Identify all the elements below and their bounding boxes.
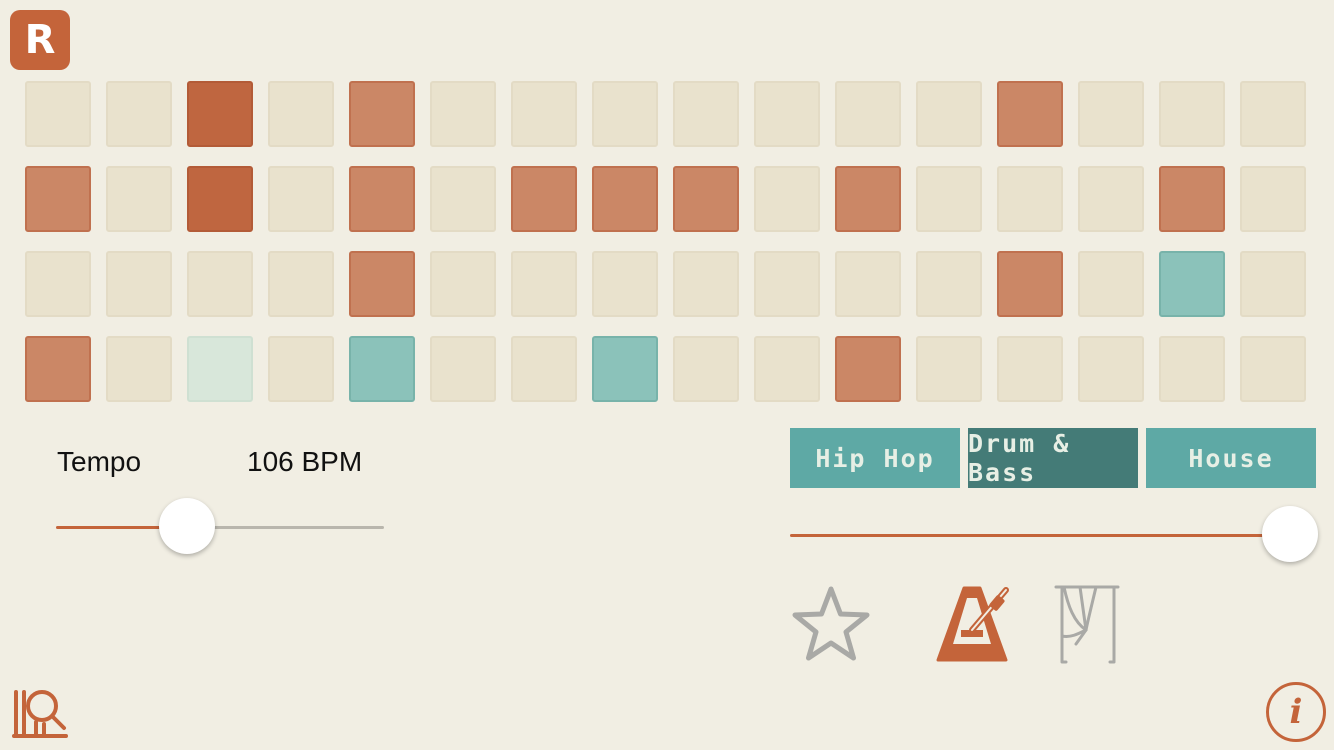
tempo-slider-track bbox=[187, 526, 384, 529]
step-pad-r3-c5[interactable] bbox=[349, 251, 415, 317]
step-pad-r4-c2[interactable] bbox=[106, 336, 172, 402]
info-button[interactable]: i bbox=[1266, 682, 1326, 742]
step-pad-r3-c15[interactable] bbox=[1159, 251, 1225, 317]
step-pad-r4-c3[interactable] bbox=[187, 336, 253, 402]
step-pad-r2-c5[interactable] bbox=[349, 166, 415, 232]
step-pad-r1-c13[interactable] bbox=[997, 81, 1063, 147]
step-pad-r2-c13[interactable] bbox=[997, 166, 1063, 232]
step-pad-r1-c12[interactable] bbox=[916, 81, 982, 147]
step-pad-r3-c10[interactable] bbox=[754, 251, 820, 317]
step-pad-r1-c1[interactable] bbox=[25, 81, 91, 147]
step-pad-r4-c6[interactable] bbox=[430, 336, 496, 402]
step-pad-r1-c7[interactable] bbox=[511, 81, 577, 147]
tempo-slider-thumb[interactable] bbox=[159, 498, 216, 554]
step-pad-r2-c8[interactable] bbox=[592, 166, 658, 232]
step-pad-r2-c6[interactable] bbox=[430, 166, 496, 232]
star-icon[interactable] bbox=[790, 584, 872, 664]
step-pad-r3-c13[interactable] bbox=[997, 251, 1063, 317]
step-pad-r2-c14[interactable] bbox=[1078, 166, 1144, 232]
step-pad-r3-c1[interactable] bbox=[25, 251, 91, 317]
step-pad-r4-c16[interactable] bbox=[1240, 336, 1306, 402]
curtain-icon[interactable] bbox=[1052, 584, 1124, 664]
step-pad-r4-c5[interactable] bbox=[349, 336, 415, 402]
step-pad-r1-c10[interactable] bbox=[754, 81, 820, 147]
step-pad-r1-c3[interactable] bbox=[187, 81, 253, 147]
step-pad-r3-c16[interactable] bbox=[1240, 251, 1306, 317]
step-pad-r3-c12[interactable] bbox=[916, 251, 982, 317]
step-pad-r4-c14[interactable] bbox=[1078, 336, 1144, 402]
step-pad-r3-c9[interactable] bbox=[673, 251, 739, 317]
step-pad-r3-c11[interactable] bbox=[835, 251, 901, 317]
genre-morph-slider-fill bbox=[790, 534, 1290, 537]
step-pad-r2-c15[interactable] bbox=[1159, 166, 1225, 232]
step-pad-r4-c12[interactable] bbox=[916, 336, 982, 402]
step-pad-r3-c3[interactable] bbox=[187, 251, 253, 317]
step-pad-r3-c7[interactable] bbox=[511, 251, 577, 317]
step-pad-r4-c9[interactable] bbox=[673, 336, 739, 402]
step-pad-r2-c16[interactable] bbox=[1240, 166, 1306, 232]
step-pad-r4-c8[interactable] bbox=[592, 336, 658, 402]
step-pad-r2-c10[interactable] bbox=[754, 166, 820, 232]
metronome-icon[interactable] bbox=[936, 584, 1016, 664]
step-pad-r1-c14[interactable] bbox=[1078, 81, 1144, 147]
step-pad-r2-c12[interactable] bbox=[916, 166, 982, 232]
step-pad-r1-c9[interactable] bbox=[673, 81, 739, 147]
step-pad-r2-c3[interactable] bbox=[187, 166, 253, 232]
step-pad-r1-c11[interactable] bbox=[835, 81, 901, 147]
step-pad-r4-c1[interactable] bbox=[25, 336, 91, 402]
tempo-label: Tempo bbox=[57, 446, 142, 477]
step-pad-r2-c11[interactable] bbox=[835, 166, 901, 232]
step-pad-r4-c13[interactable] bbox=[997, 336, 1063, 402]
step-pad-r3-c2[interactable] bbox=[106, 251, 172, 317]
step-pad-r2-c2[interactable] bbox=[106, 166, 172, 232]
step-pad-r1-c8[interactable] bbox=[592, 81, 658, 147]
step-pad-r4-c11[interactable] bbox=[835, 336, 901, 402]
step-pad-r3-c8[interactable] bbox=[592, 251, 658, 317]
step-sequencer-grid bbox=[0, 0, 1334, 420]
step-pad-r3-c4[interactable] bbox=[268, 251, 334, 317]
step-pad-r1-c15[interactable] bbox=[1159, 81, 1225, 147]
step-pad-r4-c10[interactable] bbox=[754, 336, 820, 402]
step-pad-r1-c16[interactable] bbox=[1240, 81, 1306, 147]
genre-button-drum-and-bass[interactable]: Drum & Bass bbox=[968, 428, 1138, 488]
tempo-value: 106 BPM bbox=[247, 446, 363, 477]
step-pad-r4-c4[interactable] bbox=[268, 336, 334, 402]
step-pad-r3-c6[interactable] bbox=[430, 251, 496, 317]
step-pad-r2-c7[interactable] bbox=[511, 166, 577, 232]
library-search-icon[interactable] bbox=[12, 684, 70, 740]
step-pad-r2-c9[interactable] bbox=[673, 166, 739, 232]
genre-button-hip-hop[interactable]: Hip Hop bbox=[790, 428, 960, 488]
step-pad-r4-c15[interactable] bbox=[1159, 336, 1225, 402]
step-pad-r1-c5[interactable] bbox=[349, 81, 415, 147]
genre-button-house[interactable]: House bbox=[1146, 428, 1316, 488]
step-pad-r3-c14[interactable] bbox=[1078, 251, 1144, 317]
step-pad-r1-c6[interactable] bbox=[430, 81, 496, 147]
step-pad-r4-c7[interactable] bbox=[511, 336, 577, 402]
step-pad-r2-c1[interactable] bbox=[25, 166, 91, 232]
step-pad-r1-c2[interactable] bbox=[106, 81, 172, 147]
step-pad-r2-c4[interactable] bbox=[268, 166, 334, 232]
step-pad-r1-c4[interactable] bbox=[268, 81, 334, 147]
genre-morph-slider-thumb[interactable] bbox=[1262, 506, 1318, 562]
